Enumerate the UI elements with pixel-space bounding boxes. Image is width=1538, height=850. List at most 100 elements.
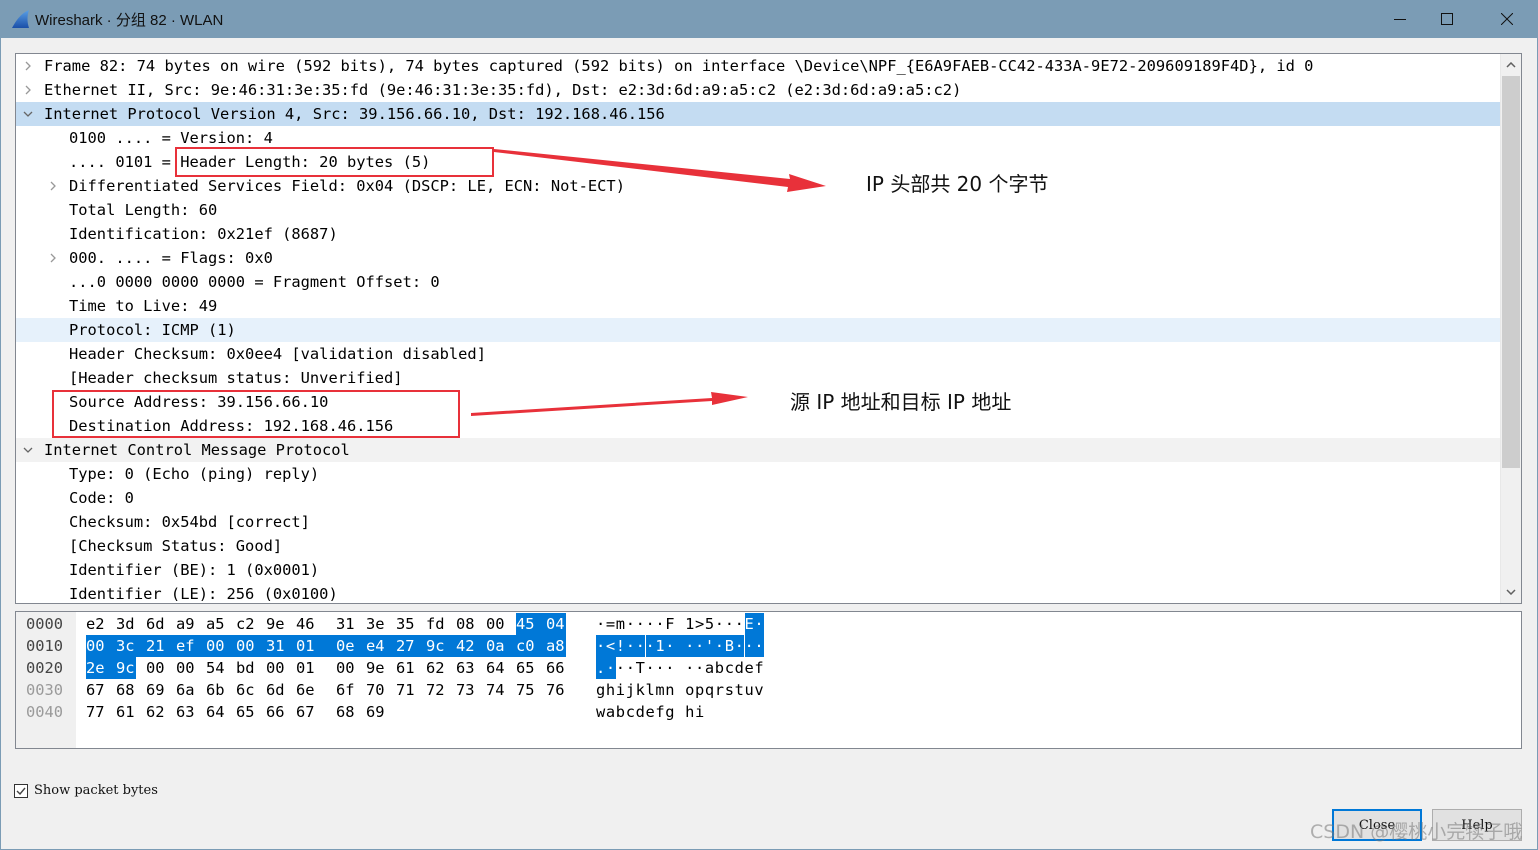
chevron-right-icon[interactable] <box>46 246 60 270</box>
ascii-char[interactable]: a <box>705 657 715 679</box>
hex-byte[interactable]: 65 <box>516 657 536 679</box>
ascii-char[interactable]: e <box>646 701 656 723</box>
ascii-char[interactable]: · <box>715 613 725 635</box>
ascii-char[interactable]: g <box>596 679 606 701</box>
ascii-char[interactable]: m <box>655 679 665 701</box>
hex-byte[interactable]: 2e <box>86 657 116 679</box>
hex-byte[interactable]: 6d <box>146 613 166 635</box>
hex-byte[interactable]: ef <box>176 635 206 657</box>
hex-byte[interactable]: 45 <box>516 613 546 635</box>
hex-byte[interactable]: e4 <box>366 635 396 657</box>
ascii-char[interactable]: E <box>744 613 755 635</box>
ascii-char[interactable]: 5 <box>705 613 715 635</box>
ascii-char[interactable]: a <box>606 701 616 723</box>
ascii-char[interactable]: · <box>685 635 695 657</box>
hex-byte[interactable]: 71 <box>396 679 416 701</box>
ascii-char[interactable]: · <box>695 657 705 679</box>
hex-byte[interactable]: 00 <box>206 635 236 657</box>
hex-byte[interactable]: 6e <box>296 679 316 701</box>
ascii-char[interactable]: · <box>714 635 725 657</box>
vertical-scrollbar[interactable] <box>1500 54 1521 603</box>
ascii-char[interactable]: = <box>606 613 616 635</box>
ascii-char[interactable]: n <box>665 679 675 701</box>
show-packet-bytes-checkbox[interactable]: Show packet bytes <box>14 783 158 798</box>
tree-row[interactable]: Identifier (BE): 1 (0x0001) <box>16 558 1500 582</box>
hex-byte[interactable]: 04 <box>546 613 566 635</box>
hex-byte[interactable]: 46 <box>296 613 316 635</box>
hex-byte[interactable]: 9c <box>426 635 456 657</box>
ascii-char[interactable]: ' <box>704 635 715 657</box>
hex-byte[interactable]: 3d <box>116 613 136 635</box>
hex-byte[interactable]: 63 <box>176 701 196 723</box>
minimize-button[interactable] <box>1377 0 1423 38</box>
ascii-char[interactable]: · <box>596 635 606 657</box>
ascii-char[interactable]: b <box>715 657 725 679</box>
hex-byte[interactable]: 35 <box>396 613 416 635</box>
ascii-char[interactable]: · <box>655 657 665 679</box>
ascii-char[interactable]: k <box>636 679 646 701</box>
ascii-char[interactable]: · <box>685 657 695 679</box>
tree-row[interactable]: Differentiated Services Field: 0x04 (DSC… <box>16 174 1500 198</box>
hex-byte[interactable]: 74 <box>486 679 506 701</box>
tree-row[interactable]: [Header checksum status: Unverified] <box>16 366 1500 390</box>
hex-byte[interactable]: 21 <box>146 635 176 657</box>
packet-bytes-pane[interactable]: 0000 e2 3d 6d a9 a5 c2 9e 46 31 3e 35 fd 08 00 45 04 · = m ·… <box>15 611 1522 749</box>
ascii-char[interactable]: · <box>645 635 656 657</box>
maximize-button[interactable] <box>1424 0 1470 38</box>
ascii-char[interactable]: t <box>735 679 745 701</box>
ascii-char[interactable]: j <box>626 679 636 701</box>
help-button[interactable]: Help <box>1432 809 1522 841</box>
tree-row[interactable]: Internet Control Message Protocol <box>16 438 1500 462</box>
hex-byte[interactable]: 01 <box>296 635 336 657</box>
tree-row[interactable]: Header Checksum: 0x0ee4 [validation disa… <box>16 342 1500 366</box>
hex-byte[interactable]: 65 <box>236 701 256 723</box>
ascii-char[interactable]: · <box>744 635 755 657</box>
hex-byte[interactable]: 9c <box>116 657 136 679</box>
tree-row[interactable]: Identification: 0x21ef (8687) <box>16 222 1500 246</box>
hex-byte[interactable]: 66 <box>546 657 566 679</box>
ascii-char[interactable]: f <box>754 657 764 679</box>
tree-row[interactable]: Code: 0 <box>16 486 1500 510</box>
hex-byte[interactable]: 6f <box>336 679 356 701</box>
ascii-char[interactable]: o <box>685 679 695 701</box>
hex-byte[interactable]: a5 <box>206 613 226 635</box>
hex-byte[interactable]: 76 <box>546 679 566 701</box>
ascii-char[interactable]: d <box>735 657 745 679</box>
hex-byte[interactable]: 61 <box>116 701 136 723</box>
hex-byte[interactable]: bd <box>236 657 256 679</box>
chevron-right-icon[interactable] <box>21 54 35 78</box>
tree-row[interactable]: 000. .... = Flags: 0x0 <box>16 246 1500 270</box>
ascii-char[interactable]: g <box>665 701 675 723</box>
ascii-char[interactable]: f <box>655 701 665 723</box>
hex-byte[interactable]: 6c <box>236 679 256 701</box>
hex-byte[interactable]: 62 <box>426 657 446 679</box>
hex-byte[interactable]: 00 <box>86 635 116 657</box>
ascii-char[interactable]: · <box>625 635 636 657</box>
chevron-right-icon[interactable] <box>21 78 35 102</box>
ascii-char[interactable]: 1 <box>685 613 695 635</box>
ascii-char[interactable]: · <box>725 613 735 635</box>
hex-byte[interactable]: 61 <box>396 657 416 679</box>
ascii-char[interactable]: v <box>754 679 764 701</box>
hex-byte[interactable]: 68 <box>336 701 356 723</box>
ascii-char[interactable]: q <box>705 679 715 701</box>
ascii-char[interactable]: m <box>616 613 626 635</box>
hex-byte[interactable]: 63 <box>456 657 476 679</box>
tree-row[interactable]: Checksum: 0x54bd [correct] <box>16 510 1500 534</box>
hex-byte[interactable]: 73 <box>456 679 476 701</box>
hex-byte[interactable]: 64 <box>486 657 506 679</box>
hex-byte[interactable]: 42 <box>456 635 486 657</box>
hex-byte[interactable]: 31 <box>266 635 296 657</box>
ascii-char[interactable]: · <box>596 613 606 635</box>
hex-byte[interactable]: e2 <box>86 613 106 635</box>
hex-byte[interactable]: 64 <box>206 701 226 723</box>
ascii-char[interactable]: · <box>735 613 745 635</box>
hex-byte[interactable]: 0a <box>486 635 516 657</box>
ascii-char[interactable]: · <box>635 635 646 657</box>
ascii-char[interactable]: < <box>605 635 616 657</box>
close-button[interactable]: Close <box>1332 809 1422 841</box>
tree-row[interactable]: Identifier (LE): 256 (0x0100) <box>16 582 1500 603</box>
ascii-char[interactable]: T <box>636 657 646 679</box>
ascii-char[interactable]: B <box>724 635 735 657</box>
ascii-char[interactable]: h <box>606 679 616 701</box>
